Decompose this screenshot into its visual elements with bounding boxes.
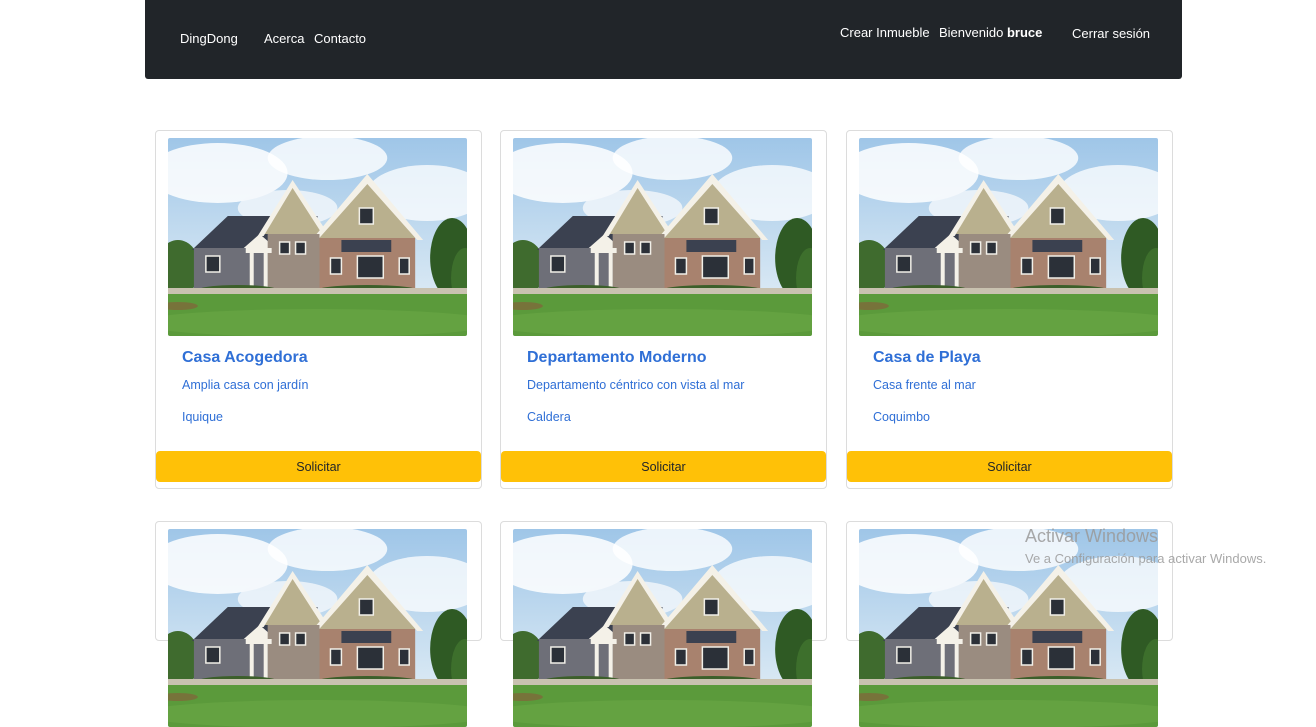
request-button[interactable]: Solicitar: [847, 451, 1172, 482]
welcome-message: Bienvenido bruce: [939, 25, 1042, 40]
property-image: [513, 529, 812, 727]
listing-title[interactable]: Casa de Playa: [873, 349, 981, 367]
listing-description: Amplia casa con jardín: [182, 378, 309, 392]
request-button[interactable]: Solicitar: [156, 451, 481, 482]
listing-title[interactable]: Departamento Moderno: [527, 349, 707, 367]
listing-card: [846, 521, 1173, 641]
property-image: [168, 138, 467, 336]
nav-link-acerca[interactable]: Acerca: [264, 31, 304, 46]
brand-link[interactable]: DingDong: [180, 31, 238, 46]
create-property-link[interactable]: Crear Inmueble: [840, 25, 930, 40]
request-button[interactable]: Solicitar: [501, 451, 826, 482]
property-image: [168, 529, 467, 727]
listing-city: Coquimbo: [873, 410, 930, 424]
listing-card: Departamento Moderno Departamento céntri…: [500, 130, 827, 489]
property-image: [513, 138, 812, 336]
listing-city: Iquique: [182, 410, 224, 424]
listing-card: Casa de Playa Casa frente al mar Coquimb…: [846, 130, 1173, 489]
listing-card: Casa Acogedora Amplia casa con jardín Iq…: [155, 130, 482, 489]
username: bruce: [1006, 25, 1043, 40]
top-navbar: DingDong Acerca Contacto Crear Inmueble …: [145, 0, 1182, 79]
listing-card: [500, 521, 827, 641]
property-image: [859, 529, 1158, 727]
listing-title[interactable]: Casa Acogedora: [182, 349, 308, 367]
logout-link[interactable]: Cerrar sesión: [1072, 26, 1150, 41]
listing-city: Caldera: [527, 410, 571, 424]
property-image: [859, 138, 1158, 336]
listing-description: Departamento céntrico con vista al mar: [527, 378, 745, 392]
listing-card: [155, 521, 482, 641]
welcome-prefix: Bienvenido: [939, 25, 1004, 40]
listing-description: Casa frente al mar: [873, 378, 976, 392]
nav-link-contacto[interactable]: Contacto: [314, 31, 366, 46]
